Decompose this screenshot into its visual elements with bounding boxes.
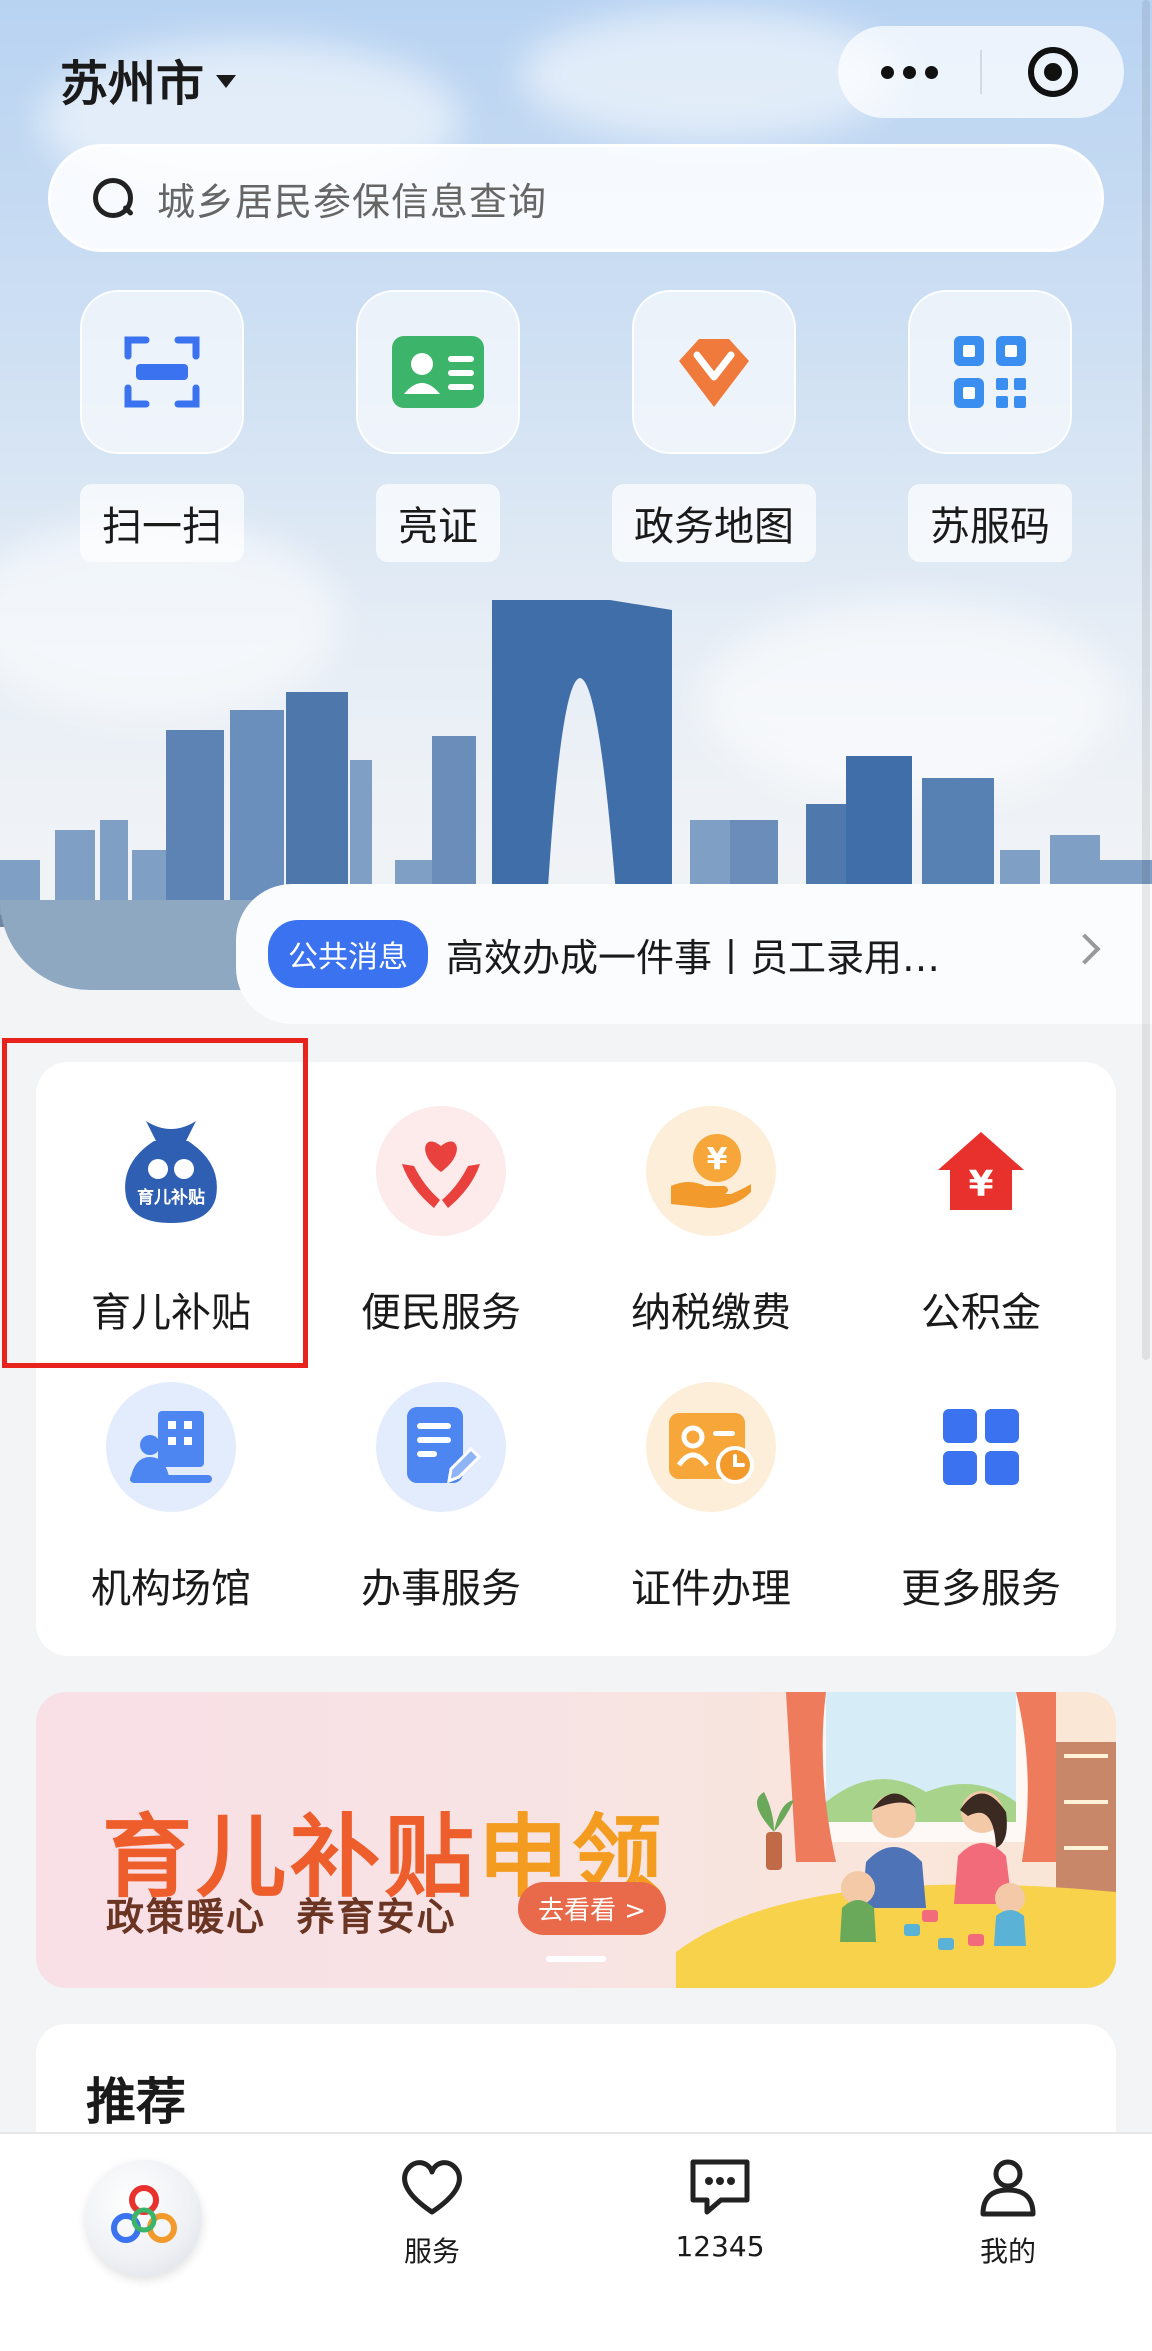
service-convenience[interactable]: 便民服务 [306, 1106, 576, 1338]
message-icon [690, 2159, 750, 2215]
service-venues[interactable]: 机构场馆 [36, 1382, 306, 1614]
quick-action-label: 苏服码 [908, 484, 1072, 562]
certificate-icon [646, 1382, 776, 1512]
more-grid-icon [916, 1382, 1046, 1512]
tab-label: 我的 [979, 2235, 1036, 2268]
search-bar[interactable]: 城乡居民参保信息查询 [48, 144, 1104, 252]
service-certificates[interactable]: 证件办理 [576, 1382, 846, 1614]
service-label: 办事服务 [361, 1566, 521, 1612]
service-more[interactable]: 更多服务 [846, 1382, 1116, 1614]
service-label: 便民服务 [361, 1290, 521, 1336]
quick-action-label: 政务地图 [612, 484, 816, 562]
highlight-box [2, 1038, 308, 1368]
miniprogram-capsule [838, 26, 1124, 118]
banner-go-button[interactable]: 去看看 > [518, 1882, 667, 1935]
tax-payment-icon: ¥ [646, 1106, 776, 1236]
building-icon [106, 1382, 236, 1512]
search-placeholder: 城乡居民参保信息查询 [157, 179, 548, 224]
user-icon [980, 2159, 1036, 2217]
tab-profile[interactable]: 我的 [908, 2156, 1108, 2270]
housing-fund-icon: ¥ [916, 1106, 1046, 1236]
service-housing-fund[interactable]: ¥ 公积金 [846, 1106, 1116, 1338]
id-card-icon [356, 290, 520, 454]
quick-action-gov-map[interactable]: 政务地图 [612, 290, 816, 562]
search-icon [93, 178, 133, 218]
bottom-tab-bar: 服务 12345 我的 [0, 2132, 1152, 2351]
heart-icon [402, 2160, 462, 2215]
city-name: 苏州市 [60, 56, 205, 112]
quick-action-su-code[interactable]: 苏服码 [908, 290, 1072, 562]
map-icon [632, 290, 796, 454]
close-miniprogram-button[interactable] [982, 26, 1124, 118]
recommend-title: 推荐 [86, 2073, 186, 2131]
dropdown-caret-icon [216, 74, 237, 88]
app-logo-icon [86, 2160, 202, 2276]
qr-code-icon [908, 290, 1072, 454]
tab-12345[interactable]: 12345 [620, 2156, 820, 2263]
more-options-button[interactable] [838, 26, 980, 118]
heart-hands-icon [376, 1106, 506, 1236]
chevron-right-icon [1069, 933, 1101, 965]
public-notice-bar[interactable]: 公共消息 高效办成一件事丨员工录用… [236, 884, 1152, 1024]
svg-text:¥: ¥ [968, 1164, 993, 1205]
carousel-indicator [546, 1956, 606, 1962]
scrollbar[interactable] [1142, 0, 1150, 1360]
service-label: 更多服务 [901, 1566, 1061, 1612]
service-affairs[interactable]: 办事服务 [306, 1382, 576, 1614]
target-circle-icon [1028, 47, 1078, 97]
notice-badge: 公共消息 [268, 920, 428, 988]
family-illustration [676, 1692, 1116, 1988]
service-label: 纳税缴费 [631, 1290, 791, 1336]
quick-action-show-id[interactable]: 亮证 [356, 290, 520, 562]
service-label: 机构场馆 [91, 1566, 251, 1612]
service-tax-payment[interactable]: ¥ 纳税缴费 [576, 1106, 846, 1338]
notice-text: 高效办成一件事丨员工录用… [446, 935, 941, 980]
svg-text:¥: ¥ [707, 1142, 728, 1177]
ellipsis-icon [880, 65, 938, 79]
service-label: 证件办理 [631, 1566, 791, 1612]
scan-icon [80, 290, 244, 454]
banner-subtitle: 政策暖心 养育安心 [106, 1895, 457, 1939]
promo-banner-childcare[interactable]: 育儿补贴申领 政策暖心 养育安心 去看看 > [36, 1692, 1116, 1988]
quick-action-label: 亮证 [376, 484, 500, 562]
quick-action-scan[interactable]: 扫一扫 [80, 290, 244, 562]
tab-label: 服务 [403, 2235, 460, 2268]
tab-home[interactable] [44, 2156, 244, 2276]
tab-label: 12345 [675, 2230, 765, 2263]
city-selector[interactable]: 苏州市 [60, 44, 237, 114]
service-label: 公积金 [921, 1290, 1041, 1336]
tab-services[interactable]: 服务 [332, 2156, 532, 2270]
quick-action-label: 扫一扫 [80, 484, 244, 562]
document-edit-icon [376, 1382, 506, 1512]
